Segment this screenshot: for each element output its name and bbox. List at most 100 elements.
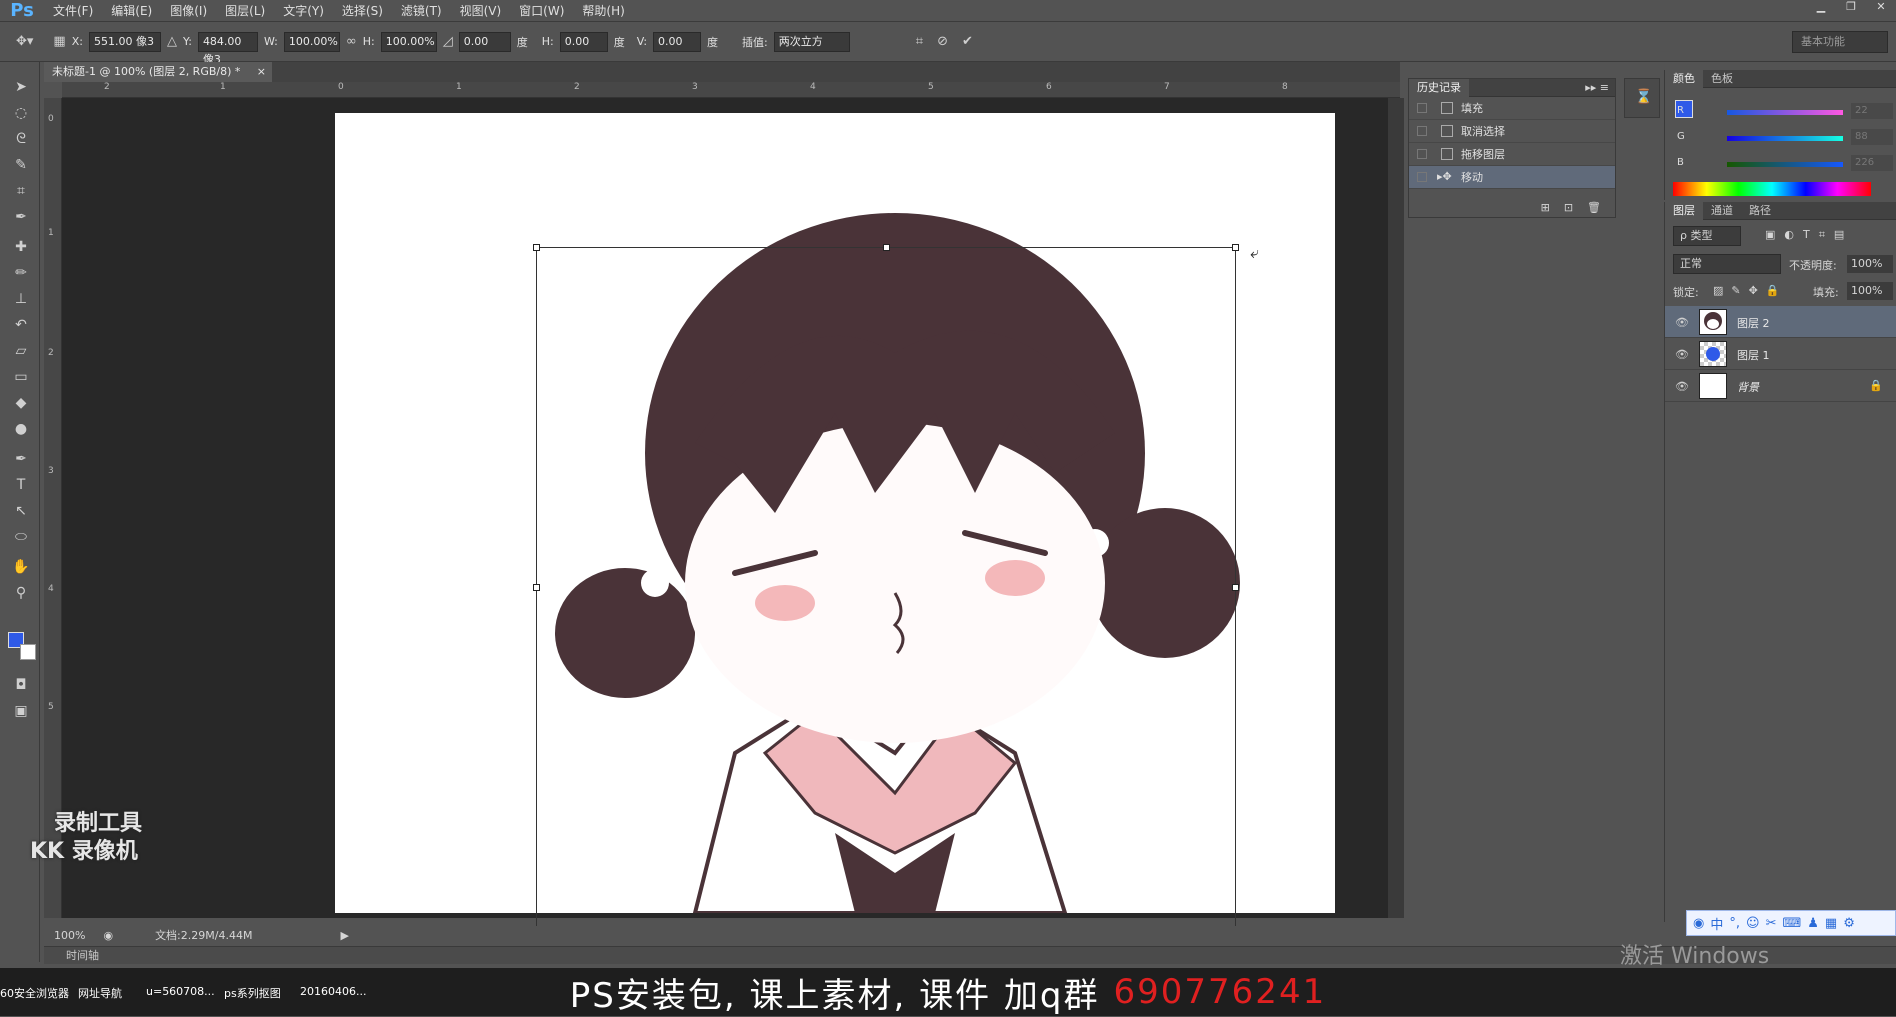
red-value-input[interactable]: 22 [1851, 103, 1893, 119]
timeline-bar[interactable]: 时间轴 [44, 946, 1896, 964]
menu-window[interactable]: 窗口(W) [510, 0, 573, 22]
pen-tool-icon[interactable]: ✒ [10, 448, 32, 470]
snapshot-icon[interactable]: ⊡ [1564, 201, 1573, 214]
visibility-eye-icon[interactable]: 👁 [1675, 380, 1689, 393]
taskbar-item[interactable]: u=560708... [146, 985, 215, 998]
menu-filter[interactable]: 滤镜(T) [392, 0, 451, 22]
ime-emoji-icon[interactable]: ☺ [1746, 916, 1760, 931]
marquee-tool-icon[interactable]: ◌ [10, 102, 32, 124]
eyedropper-tool-icon[interactable]: ✒ [10, 206, 32, 228]
gradient-tool-icon[interactable]: ▭ [10, 366, 32, 388]
ime-toolbar[interactable]: ◉ 中 °, ☺ ✂ ⌨ ♟ ▦ ⚙ [1686, 910, 1896, 936]
lasso-tool-icon[interactable]: ᘓ [10, 128, 32, 150]
layer-row-selected[interactable]: 👁 图层 2 [1665, 306, 1896, 338]
ime-tools-icon[interactable]: ✂ [1766, 916, 1777, 931]
blue-slider[interactable] [1727, 162, 1843, 167]
new-document-from-state-icon[interactable]: ⊞ [1541, 201, 1550, 214]
layer-filter-select[interactable]: ρ 类型 [1673, 226, 1741, 246]
lock-icons[interactable]: ▨✎✥🔒 [1713, 284, 1788, 297]
taskbar-item[interactable]: 20160406... [300, 985, 366, 998]
hand-tool-icon[interactable]: ✋ [10, 556, 32, 578]
zoom-level[interactable]: 100% [54, 929, 85, 942]
taskbar-item[interactable]: ps系列抠图 [224, 985, 281, 1001]
history-panel-icon[interactable]: ⌛ [1635, 89, 1652, 105]
workspace-select[interactable]: 基本功能 [1792, 31, 1888, 53]
transform-handle-top-left[interactable] [533, 244, 540, 251]
document-tab[interactable]: 未标题-1 @ 100% (图层 2, RGB/8) * × [44, 62, 272, 82]
green-slider[interactable] [1727, 136, 1843, 141]
path-select-icon[interactable]: ↖ [10, 500, 32, 522]
y-input[interactable]: 484.00 像3 [197, 31, 258, 66]
quick-select-tool-icon[interactable]: ✎ [10, 154, 32, 176]
move-tool-preset-icon[interactable]: ✥▾ [16, 34, 33, 49]
visibility-eye-icon[interactable]: 👁 [1675, 348, 1689, 361]
zoom-tool-icon[interactable]: ⚲ [10, 582, 32, 604]
close-window-button[interactable]: ✕ [1866, 0, 1896, 14]
opacity-input[interactable]: 100% [1847, 255, 1893, 273]
height-input[interactable]: 100.00% [380, 31, 437, 52]
move-tool-icon[interactable]: ➤ [10, 76, 32, 98]
layer-name[interactable]: 背景 [1737, 379, 1759, 395]
healing-brush-icon[interactable]: ✚ [10, 236, 32, 258]
layer-name[interactable]: 图层 1 [1737, 347, 1770, 363]
screen-mode-icon[interactable]: ▣ [10, 700, 32, 722]
ime-language[interactable]: 中 [1710, 914, 1723, 933]
tab-color[interactable]: 颜色 [1665, 69, 1703, 88]
layer-lock-icon[interactable]: 🔒 [1869, 379, 1883, 392]
green-value-input[interactable]: 88 [1851, 129, 1893, 145]
hskew-input[interactable]: 0.00 [559, 31, 608, 52]
cancel-transform-icon[interactable]: ⊘ [937, 34, 948, 49]
ime-user-icon[interactable]: ♟ [1807, 916, 1819, 931]
interpolation-select[interactable]: 两次立方 [773, 31, 850, 52]
x-input[interactable]: 551.00 像3 [88, 31, 161, 52]
menu-view[interactable]: 视图(V) [451, 0, 511, 22]
status-info-icon[interactable]: ◉ [103, 929, 113, 942]
link-icon[interactable]: ∞ [346, 34, 357, 49]
history-checkbox[interactable] [1417, 149, 1427, 159]
color-spectrum-bar[interactable] [1673, 182, 1871, 196]
transform-handle-left[interactable] [533, 584, 540, 591]
taskbar-item[interactable]: 网址导航 [78, 985, 122, 1001]
dodge-tool-icon[interactable]: ● [10, 418, 32, 440]
menu-edit[interactable]: 编辑(E) [102, 0, 161, 22]
ime-keyboard-icon[interactable]: ⌨ [1782, 916, 1801, 931]
blue-value-input[interactable]: 226 [1851, 155, 1893, 171]
visibility-eye-icon[interactable]: 👁 [1675, 316, 1689, 329]
history-item[interactable]: 拖移图层 [1409, 143, 1615, 166]
reference-point-icon[interactable]: ▦ [53, 34, 65, 49]
history-item[interactable]: 填充 [1409, 97, 1615, 120]
ime-settings-icon[interactable]: ⚙ [1843, 916, 1855, 931]
vertical-scrollbar[interactable] [1388, 98, 1404, 918]
width-input[interactable]: 100.00% [283, 31, 340, 52]
blur-tool-icon[interactable]: ◆ [10, 392, 32, 414]
vskew-input[interactable]: 0.00 [653, 31, 702, 52]
menu-file[interactable]: 文件(F) [44, 0, 102, 22]
layer-filter-icons[interactable]: ▣◐T⌗▤ [1765, 228, 1853, 242]
history-checkbox[interactable] [1417, 103, 1427, 113]
layer-name[interactable]: 图层 2 [1737, 315, 1770, 331]
fill-input[interactable]: 100% [1847, 282, 1893, 300]
crop-tool-icon[interactable]: ⌗ [10, 180, 32, 202]
restore-button[interactable]: ❐ [1836, 0, 1866, 14]
tab-swatches[interactable]: 色板 [1703, 70, 1741, 88]
background-color-swatch[interactable] [20, 644, 36, 660]
menu-type[interactable]: 文字(Y) [274, 0, 333, 22]
red-slider[interactable] [1727, 110, 1843, 115]
menu-help[interactable]: 帮助(H) [573, 0, 633, 22]
history-checkbox[interactable] [1417, 126, 1427, 136]
warp-icon[interactable]: ⌗ [916, 34, 923, 49]
free-transform-bounding-box[interactable] [533, 244, 1239, 927]
menu-layer[interactable]: 图层(L) [216, 0, 274, 22]
tab-history[interactable]: 历史记录 [1409, 78, 1469, 97]
layer-row[interactable]: 👁 图层 1 [1665, 338, 1896, 370]
close-tab-icon[interactable]: × [257, 62, 266, 82]
history-brush-icon[interactable]: ↶ [10, 314, 32, 336]
history-item[interactable]: 取消选择 [1409, 120, 1615, 143]
eraser-tool-icon[interactable]: ▱ [10, 340, 32, 362]
tab-layers[interactable]: 图层 [1665, 201, 1703, 220]
quick-mask-icon[interactable]: ◘ [10, 674, 32, 696]
layer-row-background[interactable]: 👁 背景 🔒 [1665, 370, 1896, 402]
ime-skin-icon[interactable]: ▦ [1825, 916, 1837, 931]
delete-state-icon[interactable]: 🗑 [1587, 201, 1601, 214]
delta-icon[interactable]: △ [167, 34, 177, 49]
